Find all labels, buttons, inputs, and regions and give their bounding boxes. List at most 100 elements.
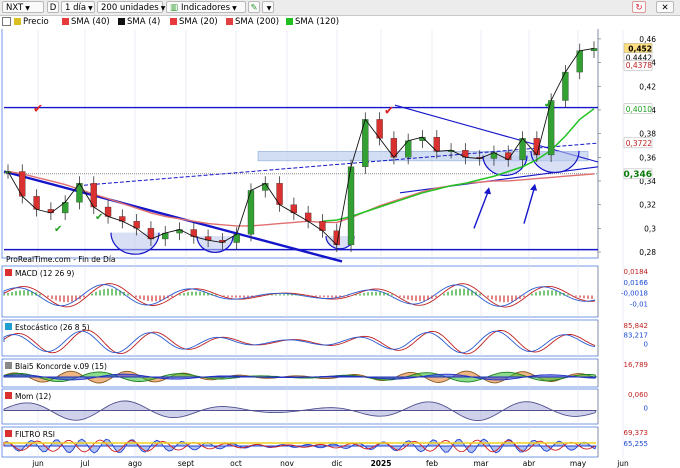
price-value-tag-label: 0,3722 xyxy=(626,139,652,148)
month-label: ago xyxy=(128,459,142,468)
refresh-icon[interactable]: ↻ xyxy=(632,1,646,13)
panel-value-label: 83,217 xyxy=(624,331,649,339)
chevron-down-icon[interactable]: ▼ xyxy=(262,1,274,13)
panel-icon xyxy=(5,323,12,330)
month-label: jun xyxy=(616,459,629,468)
panel-value-label: 85,842 xyxy=(624,322,649,330)
month-label: mar xyxy=(474,459,490,468)
price-tick-label: 0,3 xyxy=(644,224,656,233)
month-label: jun xyxy=(31,459,44,468)
legend-swatch xyxy=(226,18,233,25)
chevron-down-icon: ▼ xyxy=(160,5,166,12)
panel-title: Estocástico (26 8 5) xyxy=(15,323,90,332)
panel-value-label: -0,01 xyxy=(630,300,648,308)
price-tick-label: 0,42 xyxy=(639,82,656,91)
period-button[interactable]: D xyxy=(47,1,59,13)
panel-title: MACD (12 26 9) xyxy=(15,269,74,278)
chevron-down-icon: ▼ xyxy=(232,5,237,12)
units-select[interactable]: 200 unidades ▼ xyxy=(97,1,166,13)
month-label: abr xyxy=(523,459,536,468)
period-label: D xyxy=(49,3,57,13)
indicators-button[interactable]: ▥ Indicadores ▼ xyxy=(166,1,246,13)
green-check-icon: ✔ xyxy=(95,212,103,223)
panel-title: Mom (12) xyxy=(15,392,51,401)
grid-toggle-icon[interactable] xyxy=(2,17,13,28)
annotation-arrow xyxy=(473,189,490,229)
red-check-icon: ✔ xyxy=(33,101,43,115)
ticker-label: NXT xyxy=(6,3,24,13)
interval-label: 1 día xyxy=(65,3,87,13)
price-value-tag-label: 0,4378 xyxy=(626,61,652,70)
chart-legend: Precio SMA (40) SMA (4) SMA (20) SMA (200) SM… xyxy=(0,16,680,29)
price-tick-label: 0,46 xyxy=(639,35,656,44)
price-value-tag-label: 0,346 xyxy=(624,170,652,180)
panel-icon xyxy=(5,392,12,399)
legend-label: SMA (120) xyxy=(295,17,340,27)
price-value-tag-label: 0,4010 xyxy=(626,105,652,114)
wrench-icon[interactable]: ✎ xyxy=(248,1,260,13)
legend-item[interactable]: SMA (4) xyxy=(118,17,160,28)
price-tick-label: 0,32 xyxy=(639,201,656,210)
panel-value-label: 0,0166 xyxy=(624,279,649,287)
close-icon[interactable]: ✕ xyxy=(656,1,674,13)
source-label: ProRealTime.com - Fin de Día xyxy=(6,255,116,264)
ticker-select[interactable]: NXT ▼ xyxy=(2,1,44,13)
month-label: feb xyxy=(426,459,438,468)
panel-value-label: 0 xyxy=(644,405,648,413)
panel-frame xyxy=(1,388,599,425)
green-check-icon: ✔ xyxy=(544,100,552,111)
legend-label: SMA (4) xyxy=(127,17,161,27)
price-tick-label: 0,38 xyxy=(639,130,656,139)
interval-select[interactable]: 1 día ▼ xyxy=(61,1,95,13)
panel-value-label: 0 xyxy=(644,341,648,349)
stochastic-k-line xyxy=(3,329,596,355)
red-check-icon: ✔ xyxy=(384,104,394,118)
panel-title: Blai5 Koncorde v.09 (15) xyxy=(15,362,107,371)
price-tick-label: 0,36 xyxy=(639,153,656,162)
legend-swatch xyxy=(14,18,21,25)
chart-canvas: jun jul ago sept oct nov dic 2025 feb mar abr may ju… xyxy=(1,16,656,468)
chevron-down-icon: ▼ xyxy=(88,5,93,12)
green-check-icon: ✔ xyxy=(54,224,62,235)
legend-item[interactable]: SMA (40) xyxy=(62,17,110,28)
panel-icon xyxy=(5,269,12,276)
legend-label: Precio xyxy=(23,17,49,27)
month-label: sept xyxy=(178,459,194,468)
month-label: oct xyxy=(230,459,242,468)
month-label: dic xyxy=(332,459,343,468)
price-tick-label: 0,28 xyxy=(639,248,656,257)
panel-frame xyxy=(1,265,599,318)
indicators-icon: ▥ xyxy=(170,3,181,13)
panel-value-label: 0,0184 xyxy=(624,268,649,276)
legend-swatch xyxy=(286,18,293,25)
units-label: 200 unidades xyxy=(101,3,159,13)
legend-item[interactable]: SMA (20) xyxy=(170,17,218,28)
arrowhead xyxy=(484,187,491,195)
panel-value-label: 16,789 xyxy=(624,361,649,369)
toolbar: NXT ▼ D 1 día ▼ 200 unidades ▼ ▥ Indicadore… xyxy=(0,0,680,16)
legend-swatch xyxy=(62,18,69,25)
legend-item[interactable]: SMA (200) xyxy=(226,17,279,28)
legend-item[interactable]: Precio xyxy=(14,17,49,28)
legend-swatch xyxy=(118,18,125,25)
downtrend-line xyxy=(3,170,343,263)
month-label: may xyxy=(570,459,587,468)
indicators-label: Indicadores xyxy=(181,3,231,13)
month-label: nov xyxy=(280,459,294,468)
panel-value-label: 69,373 xyxy=(624,429,649,437)
chevron-down-icon: ▼ xyxy=(25,5,30,12)
panel-value-label: 0,060 xyxy=(628,391,648,399)
panel-title: FILTRO RSI xyxy=(15,430,55,439)
month-label: jul xyxy=(80,459,90,468)
panel-icon xyxy=(5,362,12,369)
panel-value-label: 65,255 xyxy=(624,440,649,448)
price-value-tag-label: 0,452 xyxy=(628,44,652,53)
stochastic-d-line xyxy=(3,330,596,354)
month-label: 2025 xyxy=(371,459,392,468)
legend-item[interactable]: SMA (120) xyxy=(286,17,339,28)
momentum-area xyxy=(3,400,597,421)
chart-app: jun jul ago sept oct nov dic 2025 feb mar abr may ju… xyxy=(0,0,680,468)
arrowhead xyxy=(530,183,537,191)
legend-label: SMA (200) xyxy=(235,17,280,27)
legend-swatch xyxy=(170,18,177,25)
